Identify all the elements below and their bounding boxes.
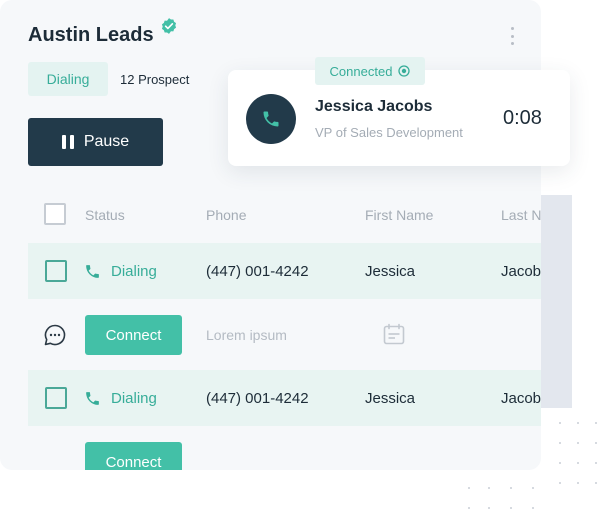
connect-button[interactable]: Connect xyxy=(85,442,182,470)
row-checkbox[interactable] xyxy=(45,260,67,282)
row-checkbox[interactable] xyxy=(45,387,67,409)
phone-icon xyxy=(86,391,99,405)
dot-grid-decoration xyxy=(466,485,566,513)
pause-label: Pause xyxy=(83,133,130,150)
call-timer: 0:08 xyxy=(503,107,542,129)
row-last-name: Jacob xyxy=(501,262,541,280)
phone-icon xyxy=(263,111,279,127)
pause-button[interactable]: Pause xyxy=(28,118,163,166)
row-status-label: Dialing xyxy=(111,389,157,407)
column-header-status[interactable]: Status xyxy=(85,207,125,223)
verified-check-icon xyxy=(161,18,177,34)
row-status: Dialing xyxy=(84,243,157,299)
column-header-first-name[interactable]: First Name xyxy=(365,207,433,223)
connected-badge: Connected xyxy=(315,57,425,85)
chat-bubble-icon[interactable] xyxy=(43,323,67,347)
row-last-name: Jacob xyxy=(501,389,541,407)
status-badge: Dialing xyxy=(28,62,108,96)
scrollbar[interactable] xyxy=(541,195,572,408)
row-first-name: Jessica xyxy=(365,389,416,407)
calendar-icon[interactable] xyxy=(382,322,406,346)
table-row[interactable]: Dialing (447) 001-4242 Jessica Jacob xyxy=(28,370,541,426)
row-status-label: Dialing xyxy=(111,262,157,280)
row-phone: (447) 001-4242 xyxy=(206,262,309,280)
row-phone: (447) 001-4242 xyxy=(206,389,309,407)
target-icon xyxy=(398,65,411,77)
kebab-menu-icon[interactable] xyxy=(506,25,518,47)
caller-avatar xyxy=(246,94,296,144)
prospect-count: 12 Prospect xyxy=(120,72,190,87)
column-header-last-name[interactable]: Last N xyxy=(501,207,541,223)
column-header-phone[interactable]: Phone xyxy=(206,207,246,223)
connected-label: Connected xyxy=(329,63,393,79)
table-row[interactable]: Dialing (447) 001-4242 Jessica Jacob xyxy=(28,243,541,299)
pause-icon xyxy=(61,135,74,149)
caller-title: VP of Sales Development xyxy=(315,125,463,140)
row-status: Dialing xyxy=(84,370,157,426)
select-all-checkbox[interactable] xyxy=(44,203,66,225)
row-first-name: Jessica xyxy=(365,262,416,280)
phone-icon xyxy=(86,264,99,278)
caller-name: Jessica Jacobs xyxy=(315,98,433,115)
note-placeholder: Lorem ipsum xyxy=(206,327,287,343)
connect-button[interactable]: Connect xyxy=(85,315,182,355)
page-title: Austin Leads xyxy=(28,24,154,46)
